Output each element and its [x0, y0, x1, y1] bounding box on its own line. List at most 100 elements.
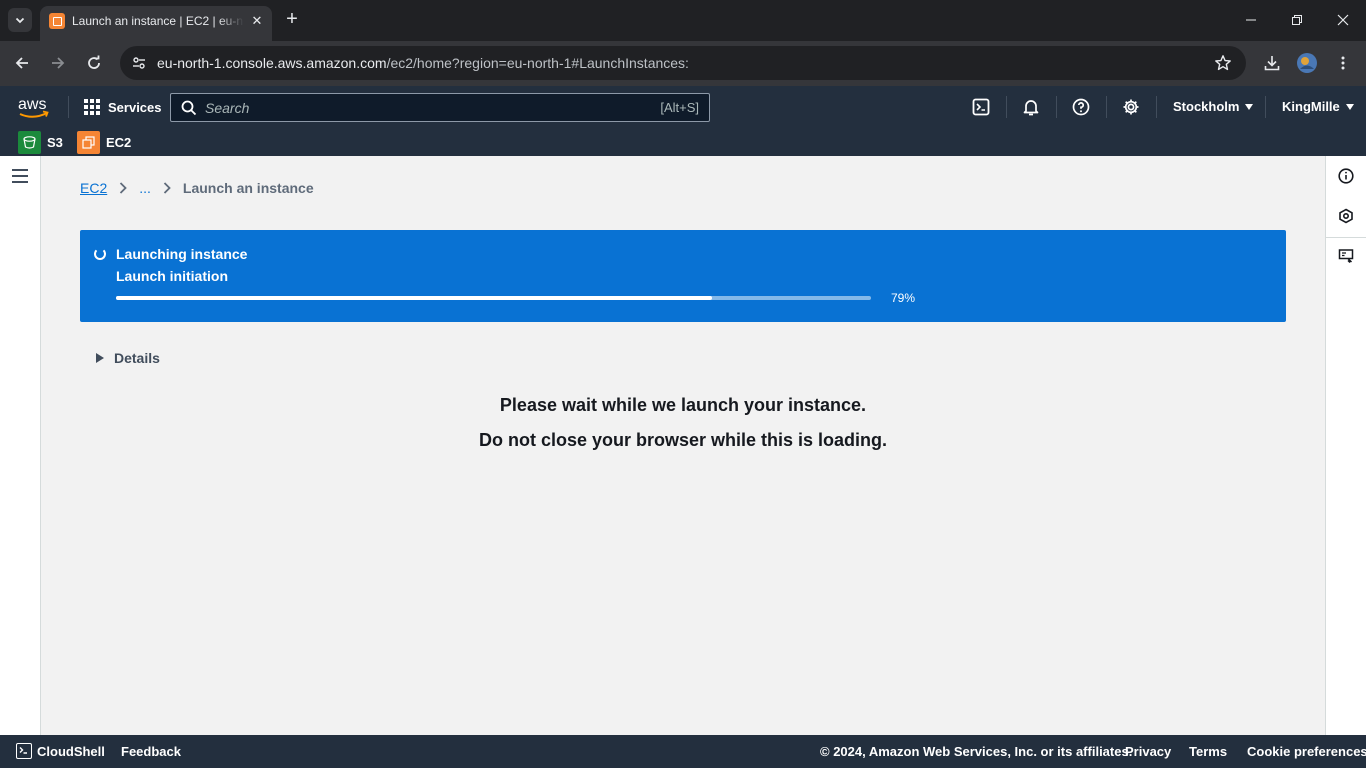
tab-close-icon[interactable]: ✕	[247, 11, 267, 31]
bell-icon	[1023, 100, 1039, 116]
url-text: eu-north-1.console.aws.amazon.com/ec2/ho…	[157, 55, 689, 71]
browser-tab-bar: Launch an instance | EC2 | eu-north-1 ✕ …	[0, 0, 1366, 41]
favorite-s3[interactable]: S3	[18, 130, 63, 154]
favorite-label: EC2	[106, 134, 132, 150]
tab-title: Launch an instance | EC2 | eu-north-1	[72, 14, 244, 28]
avatar-icon	[1297, 53, 1317, 73]
bookmark-star-icon[interactable]	[1214, 54, 1232, 77]
account-menu[interactable]: KingMille	[1282, 99, 1354, 114]
region-selector[interactable]: Stockholm	[1173, 99, 1254, 114]
search-shortcut: [Alt+S]	[660, 100, 699, 115]
rail-divider	[1326, 237, 1366, 238]
aws-logo-text: aws	[18, 96, 46, 113]
arrow-right-icon	[52, 57, 65, 69]
header-divider	[1056, 96, 1057, 118]
help-icon	[1072, 98, 1090, 116]
details-label: Details	[114, 350, 160, 366]
search-placeholder: Search	[205, 100, 250, 116]
cloudshell-button[interactable]	[971, 97, 991, 117]
header-divider	[1106, 96, 1107, 118]
notifications-button[interactable]	[1021, 97, 1041, 117]
region-label: Stockholm	[1173, 99, 1240, 114]
progress-bar	[116, 296, 871, 300]
browser-warning-message: Do not close your browser while this is …	[478, 430, 888, 450]
address-bar[interactable]: eu-north-1.console.aws.amazon.com/ec2/ho…	[120, 46, 1246, 80]
site-info-button[interactable]	[128, 52, 150, 74]
browser-toolbar: eu-north-1.console.aws.amazon.com/ec2/ho…	[0, 41, 1366, 86]
header-divider	[1265, 96, 1266, 118]
grid-icon	[84, 99, 100, 115]
breadcrumb: EC2 ... Launch an instance	[80, 179, 314, 197]
breadcrumb-current: Launch an instance	[182, 180, 314, 196]
caret-down-icon	[1245, 103, 1254, 110]
reload-button[interactable]	[82, 51, 106, 75]
url-host: eu-north-1.console.aws.amazon.com	[157, 55, 387, 71]
browser-menu-button[interactable]	[1331, 51, 1355, 75]
search-input[interactable]: Search [Alt+S]	[170, 93, 710, 122]
presentation-icon	[1338, 249, 1354, 264]
new-tab-button[interactable]: +	[282, 9, 302, 29]
s3-icon	[18, 130, 41, 154]
footer-feedback-link[interactable]: Feedback	[121, 744, 181, 759]
more-vertical-icon	[1341, 56, 1345, 70]
flash-subtitle: Launch initiation	[116, 268, 228, 284]
footer-privacy-link[interactable]: Privacy	[1125, 744, 1171, 759]
hexagon-icon	[1339, 208, 1353, 224]
close-icon	[1337, 14, 1349, 26]
favorite-ec2[interactable]: EC2	[77, 130, 131, 154]
menu-hamburger-icon[interactable]	[12, 169, 28, 183]
browser-tab-active[interactable]: Launch an instance | EC2 | eu-north-1 ✕	[40, 6, 272, 41]
services-label: Services	[108, 99, 162, 115]
console-footer: CloudShell Feedback © 2024, Amazon Web S…	[0, 735, 1366, 768]
insights-button[interactable]	[1337, 207, 1355, 225]
help-button[interactable]	[1071, 97, 1091, 117]
tutorial-button[interactable]	[1337, 247, 1355, 265]
caret-down-icon	[1345, 103, 1354, 110]
settings-button[interactable]	[1121, 97, 1141, 117]
wait-message: Please wait while we launch your instanc…	[499, 395, 867, 415]
search-icon	[181, 100, 197, 121]
tune-icon	[133, 57, 145, 69]
url-path: /ec2/home?region=eu-north-1#LaunchInstan…	[386, 55, 689, 71]
aws-top-nav: aws Services Search [Alt+S] Stockholm Ki…	[0, 86, 1366, 128]
chevron-right-icon	[119, 182, 128, 194]
terminal-icon	[972, 98, 990, 116]
restore-button[interactable]	[1282, 8, 1312, 32]
progress-percent: 79%	[891, 291, 916, 305]
details-expander[interactable]: Details	[96, 350, 160, 366]
caret-right-icon	[96, 353, 104, 363]
info-panel-button[interactable]	[1337, 167, 1355, 185]
footer-terms-link[interactable]: Terms	[1189, 744, 1227, 759]
tab-search-button[interactable]	[8, 8, 32, 32]
header-divider	[68, 96, 69, 118]
window-close-button[interactable]	[1328, 8, 1358, 32]
info-icon	[1338, 168, 1354, 184]
reload-icon	[88, 55, 100, 69]
downloads-button[interactable]	[1260, 51, 1284, 75]
forward-button[interactable]	[46, 51, 70, 75]
back-button[interactable]	[10, 51, 34, 75]
footer-cookie-preferences-link[interactable]: Cookie preferences	[1247, 744, 1366, 759]
favorites-bar: S3 EC2	[0, 128, 1366, 156]
services-menu-button[interactable]: Services	[84, 98, 162, 116]
breadcrumb-ellipsis[interactable]: ...	[139, 180, 151, 196]
profile-avatar[interactable]	[1295, 51, 1319, 75]
header-divider	[1006, 96, 1007, 118]
download-icon	[1264, 56, 1280, 71]
arrow-left-icon	[15, 57, 28, 69]
aws-logo[interactable]: aws	[18, 95, 50, 121]
launch-progress-flashbar: Launching instance Launch initiation 79%	[80, 230, 1286, 322]
breadcrumb-ec2-link[interactable]: EC2	[80, 180, 107, 196]
ec2-icon	[77, 130, 100, 154]
ec2-favicon-icon	[49, 13, 65, 29]
header-divider	[1156, 96, 1157, 118]
minimize-icon	[1246, 19, 1256, 21]
progress-bar-fill	[116, 296, 713, 300]
restore-icon	[1292, 15, 1302, 25]
terminal-icon	[16, 743, 32, 759]
account-label: KingMille	[1282, 99, 1340, 114]
footer-cloudshell-link[interactable]: CloudShell	[37, 744, 105, 759]
chevron-down-icon	[15, 17, 25, 24]
minimize-button[interactable]	[1236, 8, 1266, 32]
chevron-right-icon	[163, 182, 171, 194]
